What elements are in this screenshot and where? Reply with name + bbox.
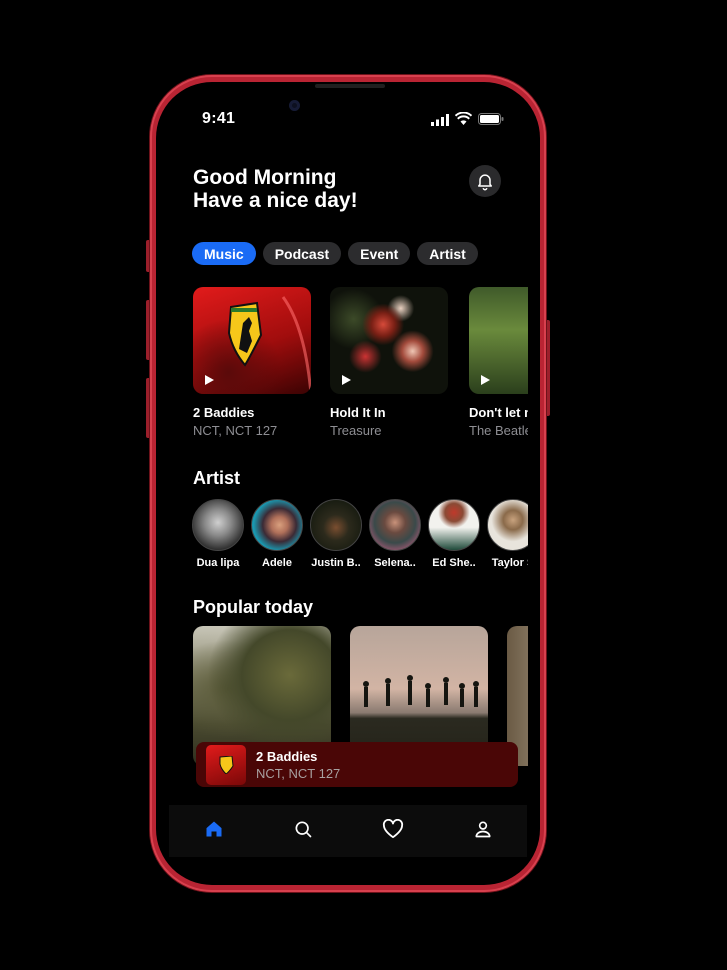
avatar [428,499,480,551]
avatar [369,499,421,551]
artist-name: Selena.. [374,557,416,569]
cellular-signal-icon [431,113,449,131]
song-artist: Treasure [330,423,382,438]
song-title: Don't let me [469,405,528,420]
mini-player-title: 2 Baddies [256,748,318,764]
play-icon[interactable] [205,375,214,385]
nav-favorites[interactable] [382,818,404,844]
artist-section-title: Artist [193,468,241,488]
avatar [487,499,528,551]
home-icon [206,821,221,836]
status-time: 9:41 [202,110,236,127]
greeting-line-1: Good Morning [193,166,337,189]
nav-search[interactable] [293,819,313,844]
nav-home[interactable] [204,819,224,844]
play-icon[interactable] [481,375,490,385]
mini-player[interactable]: 2 Baddies NCT, NCT 127 [196,742,518,787]
play-icon[interactable] [342,375,351,385]
avatar [192,499,244,551]
song-artwork [330,287,448,394]
search-icon [295,821,311,837]
artist-name: Dua lipa [196,557,240,569]
avatar [310,499,362,551]
artist-name: Ed She.. [432,557,476,569]
artist-list: Dua lipa Adele Justin B.. Selena.. Ed Sh… [192,499,528,571]
heart-icon [382,818,403,838]
song-artist: The Beatles [469,423,528,438]
artist-name: Adele [262,557,292,569]
artist-item[interactable]: Dua lipa [192,499,244,569]
front-camera [289,100,300,111]
wifi-icon [454,111,473,130]
artist-item[interactable]: Justin B.. [310,499,362,569]
tab-artist[interactable]: Artist [417,242,478,265]
song-title: 2 Baddies [193,405,255,420]
artist-item[interactable]: Selena.. [369,499,421,569]
artist-item[interactable]: Taylor S [487,499,528,569]
song-card[interactable]: Don't let me The Beatles [469,287,528,438]
speaker [315,84,385,88]
nav-profile[interactable] [473,819,493,844]
tab-music[interactable]: Music [192,242,256,265]
ferrari-logo-image [219,755,234,774]
mini-player-artwork [206,744,246,785]
notification-button[interactable] [469,165,501,197]
tab-event[interactable]: Event [348,242,411,265]
song-artwork [193,287,311,394]
song-artwork [469,287,528,394]
artist-item[interactable]: Adele [251,499,303,569]
greeting: Good Morning Have a nice day! [193,166,358,212]
greeting-line-2: Have a nice day! [193,189,358,212]
bell-icon [478,174,492,191]
battery-icon [478,112,504,130]
song-card[interactable]: Hold It In Treasure [330,287,448,438]
mini-player-artist: NCT, NCT 127 [256,765,341,781]
song-artist: NCT, NCT 127 [193,423,278,438]
category-tabs: Music Podcast Event Artist [192,242,478,265]
popular-section-title: Popular today [193,597,314,617]
song-carousel: 2 Baddies NCT, NCT 127 Hold It In Treasu… [193,287,528,447]
tab-podcast[interactable]: Podcast [262,242,342,265]
avatar [251,499,303,551]
bottom-nav [169,805,527,857]
song-title: Hold It In [330,405,386,420]
song-card[interactable]: 2 Baddies NCT, NCT 127 [193,287,311,438]
profile-icon [475,821,490,837]
artist-item[interactable]: Ed She.. [428,499,480,569]
artist-name: Taylor S [491,557,528,569]
artist-name: Justin B.. [311,557,361,569]
